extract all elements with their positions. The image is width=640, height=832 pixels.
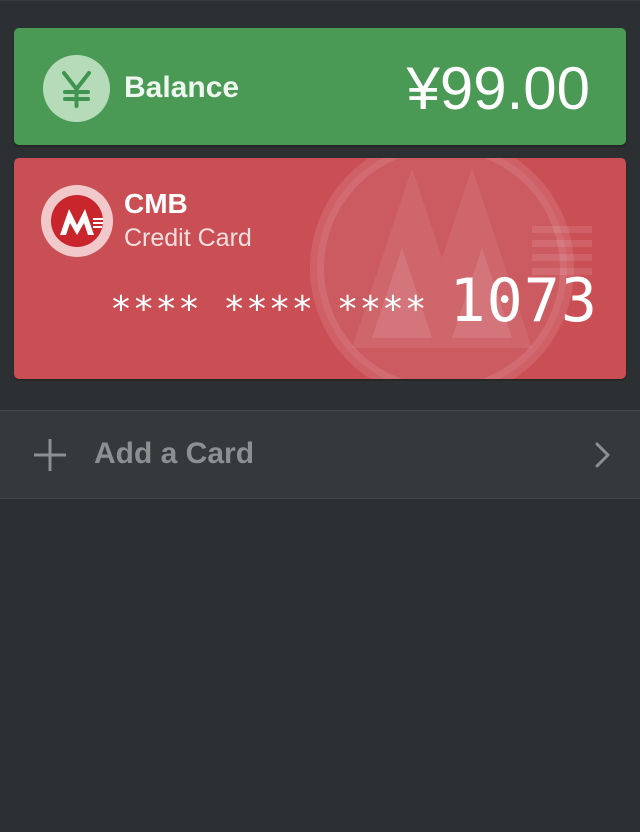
card-number: **** **** **** 1073 bbox=[110, 266, 598, 336]
balance-label: Balance bbox=[124, 71, 240, 104]
plus-icon bbox=[34, 439, 66, 471]
yen-icon bbox=[43, 55, 110, 122]
cmb-bank-logo bbox=[41, 185, 113, 257]
card-last-four: 1073 bbox=[449, 266, 598, 336]
top-divider bbox=[0, 0, 640, 1]
credit-card[interactable]: CMB Credit Card **** **** **** 1073 bbox=[14, 158, 626, 379]
balance-amount: ¥99.00 bbox=[406, 55, 590, 122]
masked-digits: **** **** **** bbox=[110, 289, 428, 330]
balance-card[interactable]: Balance ¥99.00 bbox=[14, 28, 626, 145]
card-type: Credit Card bbox=[124, 224, 252, 252]
add-card-label: Add a Card bbox=[94, 437, 255, 470]
add-card-button[interactable]: Add a Card bbox=[0, 410, 640, 499]
chevron-right-icon bbox=[595, 442, 610, 468]
bank-name: CMB bbox=[124, 188, 188, 219]
